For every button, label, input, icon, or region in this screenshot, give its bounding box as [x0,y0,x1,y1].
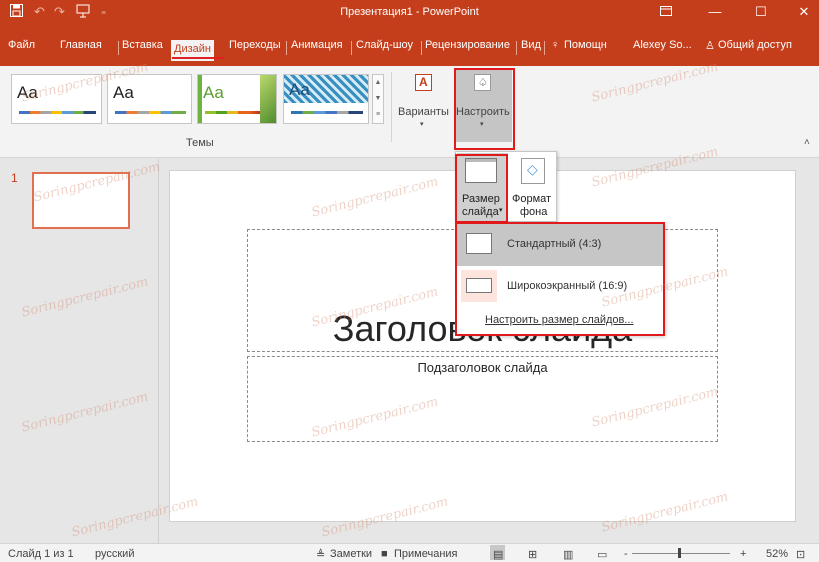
theme-accent-shape [260,75,276,123]
tab-animations[interactable]: Анимация [291,39,343,51]
notes-icon[interactable]: ≜ [316,548,325,561]
theme-accent-stripe [198,75,202,123]
ribbon: Aa Aa Aa Aa ▲ ▼ ≡ Темы A Варианты ▾ ♤ Наст… [0,66,819,158]
theme-preview-text: Aa [203,83,224,102]
user-name[interactable]: Alexey So... [633,39,692,51]
slideshow-view-icon[interactable]: ▭ [597,548,607,561]
tab-home[interactable]: Главная [60,39,102,51]
title-bar: ↶ ↷ ₌ Презентация1 - PowerPoint — ☐ ✕ [0,0,819,26]
share-button[interactable]: Общий доступ [718,39,792,51]
comments-icon[interactable]: ■ [381,548,388,560]
zoom-out-button[interactable]: - [624,548,628,560]
zoom-in-button[interactable]: + [740,548,746,560]
tab-separator [544,41,545,55]
theme-colors-bar [19,111,96,114]
design-tab-underline [172,57,224,59]
theme-colors-bar [291,111,363,114]
slide-size-highlight [455,154,508,223]
share-icon[interactable]: ♙ [705,39,715,52]
variants-button[interactable]: A Варианты ▾ [398,70,449,132]
ribbon-display-options-icon[interactable] [648,2,684,22]
tab-separator [516,41,517,55]
slide-counter: Слайд 1 из 1 [8,548,74,560]
slide-sorter-icon[interactable]: ⊞ [528,548,537,561]
chevron-down-icon: ▾ [420,121,424,128]
theme-office[interactable]: Aa [11,74,102,124]
zoom-slider-thumb[interactable] [678,548,681,558]
theme-facet[interactable]: Aa [197,74,277,124]
theme-preview-text: Aa [113,83,134,102]
format-background-icon: ◇ [521,158,545,184]
tab-view[interactable]: Вид [521,39,541,51]
maximize-icon[interactable]: ☐ [743,2,779,22]
zoom-level[interactable]: 52% [766,548,788,560]
tab-review[interactable]: Рецензирование [425,39,510,51]
format-background-label: Формат [512,193,552,205]
status-bar: Слайд 1 из 1 русский ≜ Заметки ■ Примеча… [0,543,819,562]
tab-insert[interactable]: Вставка [122,39,163,51]
reading-view-icon[interactable]: ▥ [563,548,573,561]
language-indicator[interactable]: русский [95,548,134,560]
slides-panel: 1 [0,159,159,543]
theme-preview-text: Aa [17,83,38,102]
theme-preview-text: Aa [289,80,310,99]
close-icon[interactable]: ✕ [786,2,819,22]
format-background-label-2: фона [520,206,548,218]
tab-separator [118,41,119,55]
normal-view-glyph: ▤ [493,549,504,561]
lightbulb-icon[interactable]: ♀ [551,39,559,51]
zoom-slider-track[interactable] [632,553,730,554]
themes-group-label: Темы [186,137,214,149]
minimize-icon[interactable]: — [697,2,733,22]
variants-icon: A [415,74,432,91]
group-divider [391,72,392,142]
slide-subtitle: Подзаголовок слайда [417,360,548,375]
slide-number: 1 [11,171,18,185]
fit-to-window-icon[interactable]: ⊡ [796,548,805,561]
format-background-button[interactable]: ◇ Формат фона [510,153,556,221]
ribbon-tabs: Файл Главная Вставка Дизайн Переходы Ани… [0,26,819,66]
collapse-ribbon-icon[interactable]: ˄ [804,137,810,148]
tab-slideshow[interactable]: Слайд-шоу [356,39,413,51]
theme-colors-bar [205,111,260,114]
theme-office-2[interactable]: Aa [107,74,192,124]
subtitle-placeholder[interactable]: Подзаголовок слайда [247,356,718,442]
variants-label: Варианты [398,106,449,118]
slide-thumbnail[interactable] [32,172,130,229]
theme-colors-bar [115,111,186,114]
themes-scroll[interactable]: ▲ ▼ ≡ [372,74,384,124]
tab-help[interactable]: Помощн [564,39,607,51]
theme-pattern[interactable]: Aa [283,74,369,124]
tab-separator [421,41,422,55]
tab-separator [286,41,287,55]
tab-transitions[interactable]: Переходы [229,39,281,51]
menu-highlight [455,222,665,336]
customize-highlight [454,68,515,150]
comments-button[interactable]: Примечания [394,548,458,560]
tab-file[interactable]: Файл [8,39,35,51]
tab-separator [351,41,352,55]
notes-button[interactable]: Заметки [330,548,372,560]
